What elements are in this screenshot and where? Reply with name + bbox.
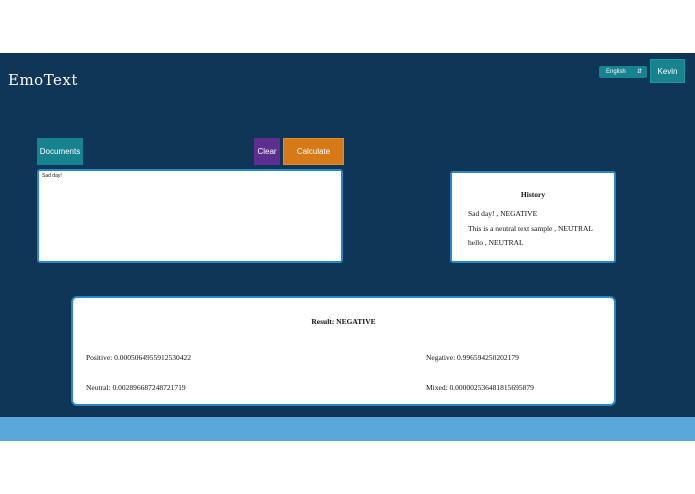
history-item: Sad day! , NEGATIVE [468,209,538,218]
app-main: EmoText English ⇵ Kevin Documents Clear … [0,53,695,417]
text-input-area[interactable]: Sad day! [37,169,343,263]
history-list: Sad day! , NEGATIVE This is a neutral te… [468,207,593,251]
negative-score: Negative: 0.996594250202179 [426,353,519,362]
history-item: This is a neutral text sample , NEUTRAL [468,223,593,233]
history-title: History [520,190,546,199]
calculate-button[interactable]: Calculate [283,138,344,165]
clear-button[interactable]: Clear [254,138,280,165]
updown-chevron-icon: ⇵ [636,69,642,75]
app-logo: EmoText [8,71,78,89]
positive-score: Positive: 0.0005064955912530422 [86,353,192,362]
language-select[interactable]: English ⇵ [599,66,647,78]
user-button[interactable]: Kevin [650,59,685,83]
result-panel: Result: NEGATIVE Positive: 0.00050649559… [71,296,616,406]
language-select-value: English [606,69,626,75]
neutral-score: Neutral: 0.002896687248721719 [86,383,186,392]
documents-button[interactable]: Documents [37,138,83,165]
history-item: hello , NEUTRAL [468,238,524,247]
history-panel: History Sad day! , NEGATIVE This is a ne… [450,171,616,263]
footer-bar [0,417,695,441]
result-title: Result: NEGATIVE [311,317,376,326]
mixed-score: Mixed: 0.000002536481815695879 [426,383,534,392]
